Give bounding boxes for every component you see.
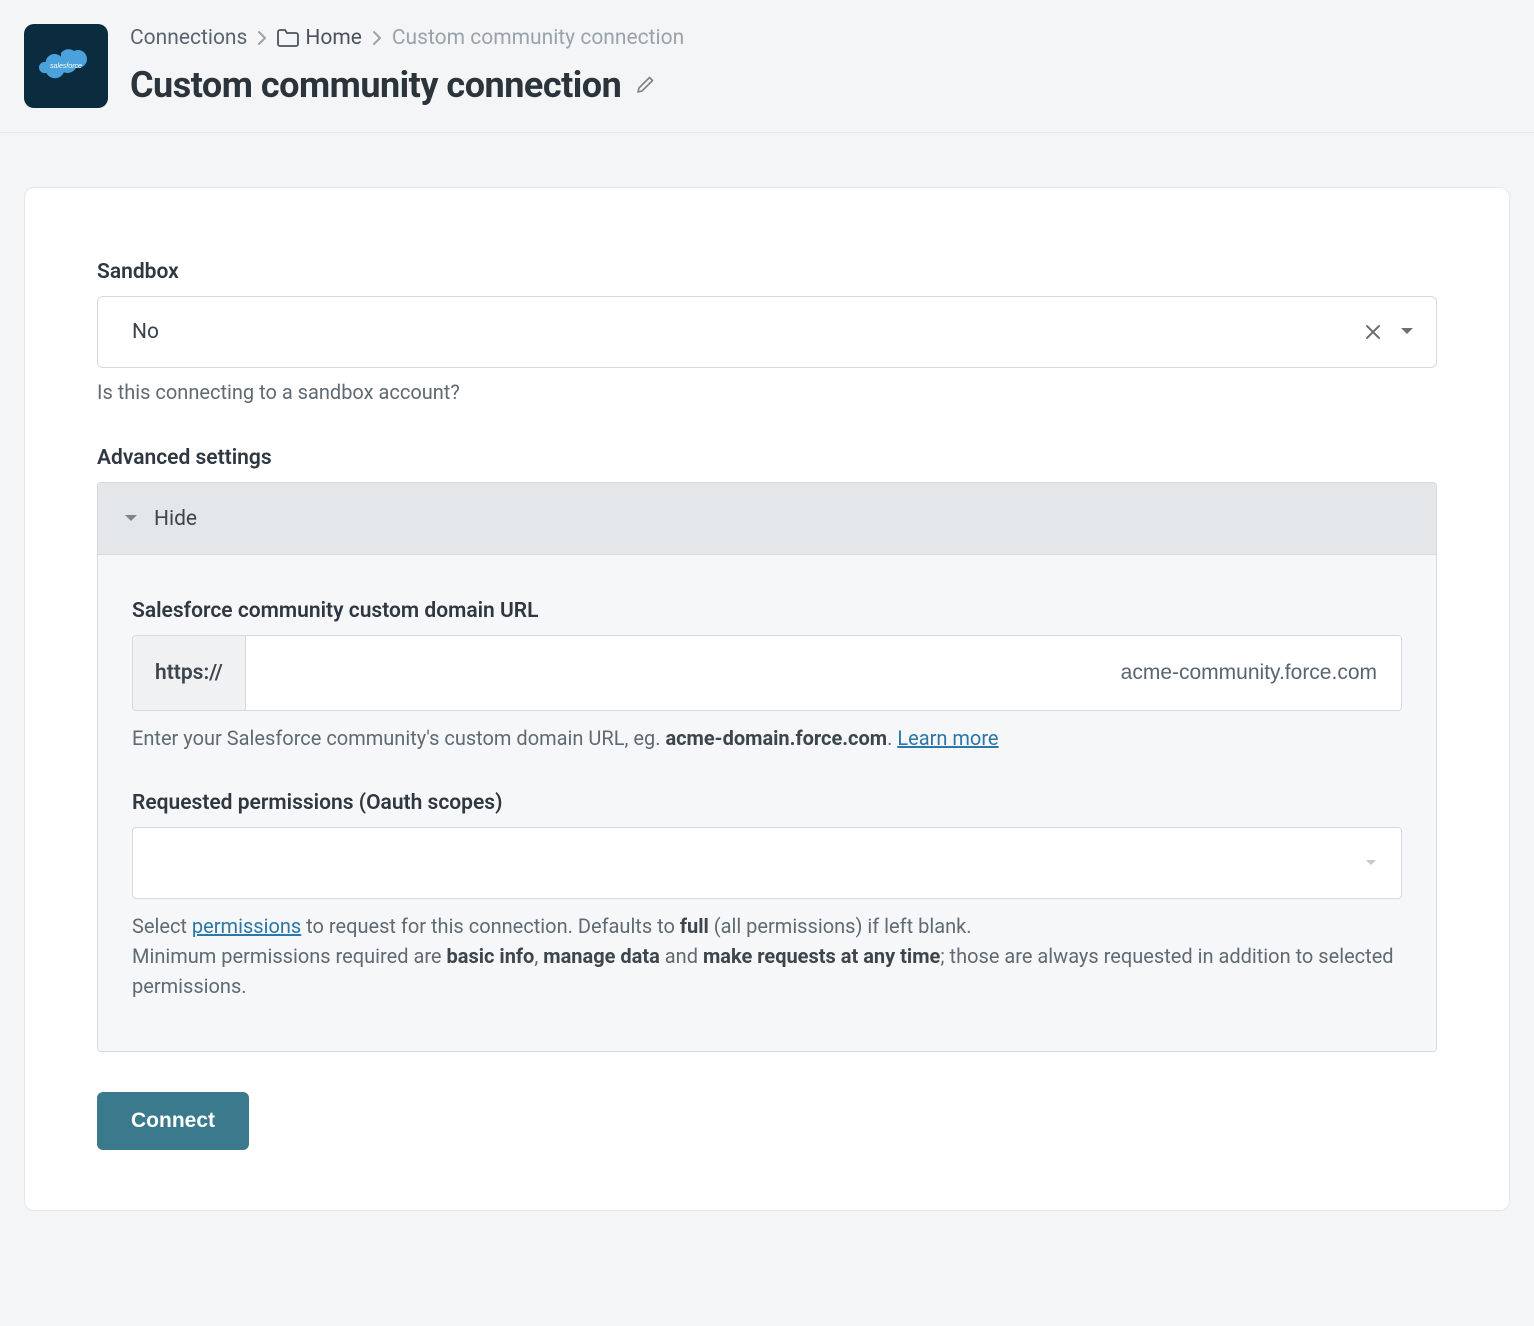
salesforce-icon: salesforce	[39, 48, 93, 84]
chevron-right-icon	[257, 30, 267, 46]
sandbox-select-value: No	[132, 320, 1364, 344]
sandbox-label: Sandbox	[97, 260, 1437, 284]
caret-down-icon	[1365, 859, 1377, 867]
breadcrumb-home[interactable]: Home	[277, 26, 362, 50]
caret-down-icon	[1400, 327, 1414, 337]
permissions-helper: Select permissions to request for this c…	[132, 911, 1402, 1001]
svg-text:salesforce: salesforce	[50, 63, 82, 70]
permissions-link[interactable]: permissions	[192, 914, 301, 938]
connection-form-card: Sandbox No Is this connecting to a sandb…	[24, 187, 1510, 1211]
page-title: Custom community connection	[130, 64, 621, 106]
caret-down-icon	[124, 514, 138, 524]
advanced-toggle[interactable]: Hide	[98, 483, 1436, 555]
advanced-settings-label: Advanced settings	[97, 446, 1437, 470]
custom-domain-field: Salesforce community custom domain URL h…	[132, 599, 1402, 753]
folder-icon	[277, 29, 299, 47]
custom-domain-label: Salesforce community custom domain URL	[132, 599, 1402, 623]
permissions-select[interactable]	[132, 827, 1402, 899]
advanced-settings-section: Advanced settings Hide Salesforce commun…	[97, 446, 1437, 1052]
chevron-right-icon	[372, 30, 382, 46]
advanced-toggle-label: Hide	[154, 507, 197, 531]
close-icon[interactable]	[1364, 323, 1382, 341]
sandbox-helper: Is this connecting to a sandbox account?	[97, 380, 1437, 404]
custom-domain-helper: Enter your Salesforce community's custom…	[132, 723, 1402, 753]
sandbox-field: Sandbox No Is this connecting to a sandb…	[97, 260, 1437, 404]
pencil-icon[interactable]	[635, 75, 655, 95]
sandbox-select[interactable]: No	[97, 296, 1437, 368]
custom-domain-input[interactable]	[246, 636, 1401, 710]
breadcrumb-connections[interactable]: Connections	[130, 26, 247, 50]
breadcrumb: Connections Home Custom community connec…	[130, 26, 684, 50]
breadcrumb-home-label: Home	[305, 26, 362, 50]
learn-more-link[interactable]: Learn more	[897, 726, 998, 750]
url-prefix: https://	[133, 636, 246, 710]
breadcrumb-current: Custom community connection	[392, 26, 684, 50]
page-header: salesforce Connections Home Custom comm	[0, 0, 1534, 133]
connect-button[interactable]: Connect	[97, 1092, 249, 1150]
permissions-field: Requested permissions (Oauth scopes) Sel…	[132, 791, 1402, 1001]
app-icon: salesforce	[24, 24, 108, 108]
permissions-label: Requested permissions (Oauth scopes)	[132, 791, 1402, 815]
